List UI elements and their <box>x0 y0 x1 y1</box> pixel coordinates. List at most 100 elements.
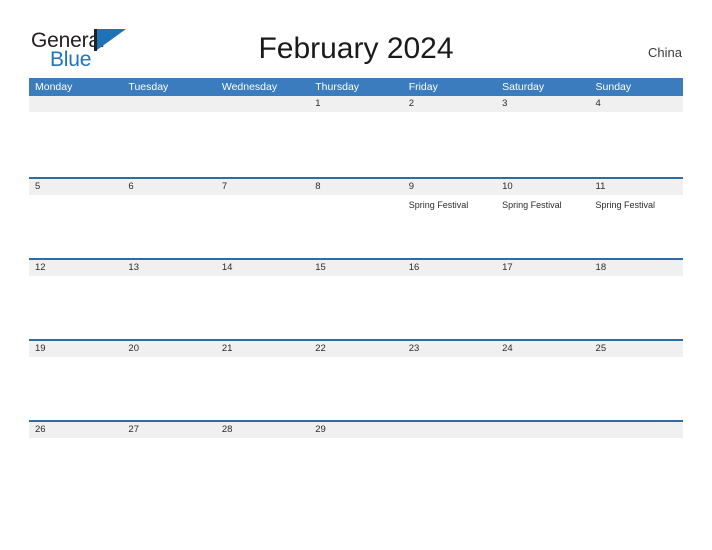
day-cell-19[interactable]: 19 <box>29 341 123 420</box>
day-cell-empty <box>589 422 683 501</box>
day-cell-4[interactable]: 4 <box>589 96 683 175</box>
day-strip: 26 27 28 29 <box>29 422 683 501</box>
day-cell-20[interactable]: 20 <box>122 341 216 420</box>
day-cell-8[interactable]: 8 <box>309 179 403 258</box>
calendar-week-row: 1 2 3 4 <box>29 96 683 177</box>
day-cell-empty <box>215 96 310 175</box>
date-band: 23 <box>402 341 497 357</box>
day-number: 21 <box>221 343 233 354</box>
weekday-header-row: Monday Tuesday Wednesday Thursday Friday Satu… <box>29 78 683 96</box>
day-cell-28[interactable]: 28 <box>215 422 310 501</box>
date-band <box>496 422 590 438</box>
day-cell-2[interactable]: 2 <box>402 96 497 175</box>
date-band: 15 <box>309 260 403 276</box>
day-number: 8 <box>315 181 321 192</box>
day-cell-empty <box>496 422 590 501</box>
calendar-week-row: 19 20 21 22 23 24 25 <box>29 339 683 420</box>
date-band: 6 <box>122 179 216 195</box>
events-list: Spring Festival <box>590 195 683 211</box>
day-number: 22 <box>315 343 326 354</box>
date-band: 1 <box>309 96 403 112</box>
date-band: 13 <box>122 260 216 276</box>
date-band: 26 <box>29 422 123 438</box>
day-cell-6[interactable]: 6 <box>122 179 216 258</box>
day-number: 12 <box>35 262 46 273</box>
day-number: 19 <box>35 343 46 354</box>
day-cell-7[interactable]: 7 <box>215 179 310 258</box>
calendar-week-row: 12 13 14 15 16 17 18 <box>29 258 683 339</box>
day-cell-empty <box>122 96 216 175</box>
date-band: 14 <box>215 260 310 276</box>
day-number: 18 <box>595 262 607 273</box>
day-number: 15 <box>315 262 326 273</box>
date-band <box>29 96 123 112</box>
day-strip: 1 2 3 4 <box>29 96 683 175</box>
day-cell-27[interactable]: 27 <box>122 422 216 501</box>
day-cell-14[interactable]: 14 <box>215 260 310 339</box>
day-number: 9 <box>408 181 414 192</box>
day-cell-12[interactable]: 12 <box>29 260 123 339</box>
weekday-header-thursday: Thursday <box>315 81 360 93</box>
event-item[interactable]: Spring Festival <box>502 199 583 211</box>
day-strip: 12 13 14 15 16 17 18 <box>29 260 683 339</box>
day-cell-13[interactable]: 13 <box>122 260 216 339</box>
event-item[interactable]: Spring Festival <box>409 199 490 211</box>
day-number: 17 <box>502 262 513 273</box>
day-number: 5 <box>35 181 41 192</box>
date-band: 7 <box>215 179 310 195</box>
date-band <box>122 96 216 112</box>
calendar-week-row: 26 27 28 29 <box>29 420 683 501</box>
day-cell-empty <box>402 422 497 501</box>
weekday-header-saturday: Saturday <box>502 81 545 93</box>
day-number: 25 <box>595 343 607 354</box>
day-cell-3[interactable]: 3 <box>496 96 590 175</box>
day-cell-15[interactable]: 15 <box>309 260 403 339</box>
day-number: 27 <box>128 424 139 435</box>
date-band: 11 <box>589 179 683 195</box>
date-band: 19 <box>29 341 123 357</box>
day-cell-17[interactable]: 17 <box>496 260 590 339</box>
day-cell-9[interactable]: 9 Spring Festival <box>402 179 497 258</box>
weekday-header-sunday: Sunday <box>595 81 632 93</box>
events-list: Spring Festival <box>403 195 496 211</box>
region-label: China <box>648 45 682 60</box>
date-band: 24 <box>496 341 590 357</box>
day-cell-10[interactable]: 10 Spring Festival <box>496 179 590 258</box>
date-band: 25 <box>589 341 683 357</box>
day-number: 3 <box>502 98 508 109</box>
date-band: 4 <box>589 96 683 112</box>
event-item[interactable]: Spring Festival <box>596 199 677 211</box>
day-number: 10 <box>502 181 513 192</box>
page-header: General Blue February 2024 China <box>0 0 712 70</box>
weekday-header-friday: Friday <box>408 81 438 93</box>
calendar-page: General Blue February 2024 China Monday T… <box>0 0 712 550</box>
date-band: 12 <box>29 260 123 276</box>
date-band: 9 <box>402 179 497 195</box>
day-cell-11[interactable]: 11 Spring Festival <box>589 179 683 258</box>
date-band <box>402 422 497 438</box>
day-strip: 19 20 21 22 23 24 25 <box>29 341 683 420</box>
day-cell-16[interactable]: 16 <box>402 260 497 339</box>
day-cell-29[interactable]: 29 <box>309 422 403 501</box>
date-band: 10 <box>496 179 590 195</box>
date-band <box>589 422 683 438</box>
events-list: Spring Festival <box>496 195 589 211</box>
day-number: 16 <box>408 262 420 273</box>
page-title: February 2024 <box>258 32 454 65</box>
day-cell-23[interactable]: 23 <box>402 341 497 420</box>
day-cell-1[interactable]: 1 <box>309 96 403 175</box>
date-band: 27 <box>122 422 216 438</box>
day-cell-5[interactable]: 5 <box>29 179 123 258</box>
weekday-header-tuesday: Tuesday <box>128 81 169 93</box>
day-cell-24[interactable]: 24 <box>496 341 590 420</box>
date-band: 21 <box>215 341 310 357</box>
day-number: 14 <box>221 262 233 273</box>
date-band <box>215 96 310 112</box>
date-band: 8 <box>309 179 403 195</box>
day-cell-18[interactable]: 18 <box>589 260 683 339</box>
day-cell-26[interactable]: 26 <box>29 422 123 501</box>
day-number: 2 <box>408 98 414 109</box>
day-cell-21[interactable]: 21 <box>215 341 310 420</box>
day-cell-25[interactable]: 25 <box>589 341 683 420</box>
day-cell-22[interactable]: 22 <box>309 341 403 420</box>
